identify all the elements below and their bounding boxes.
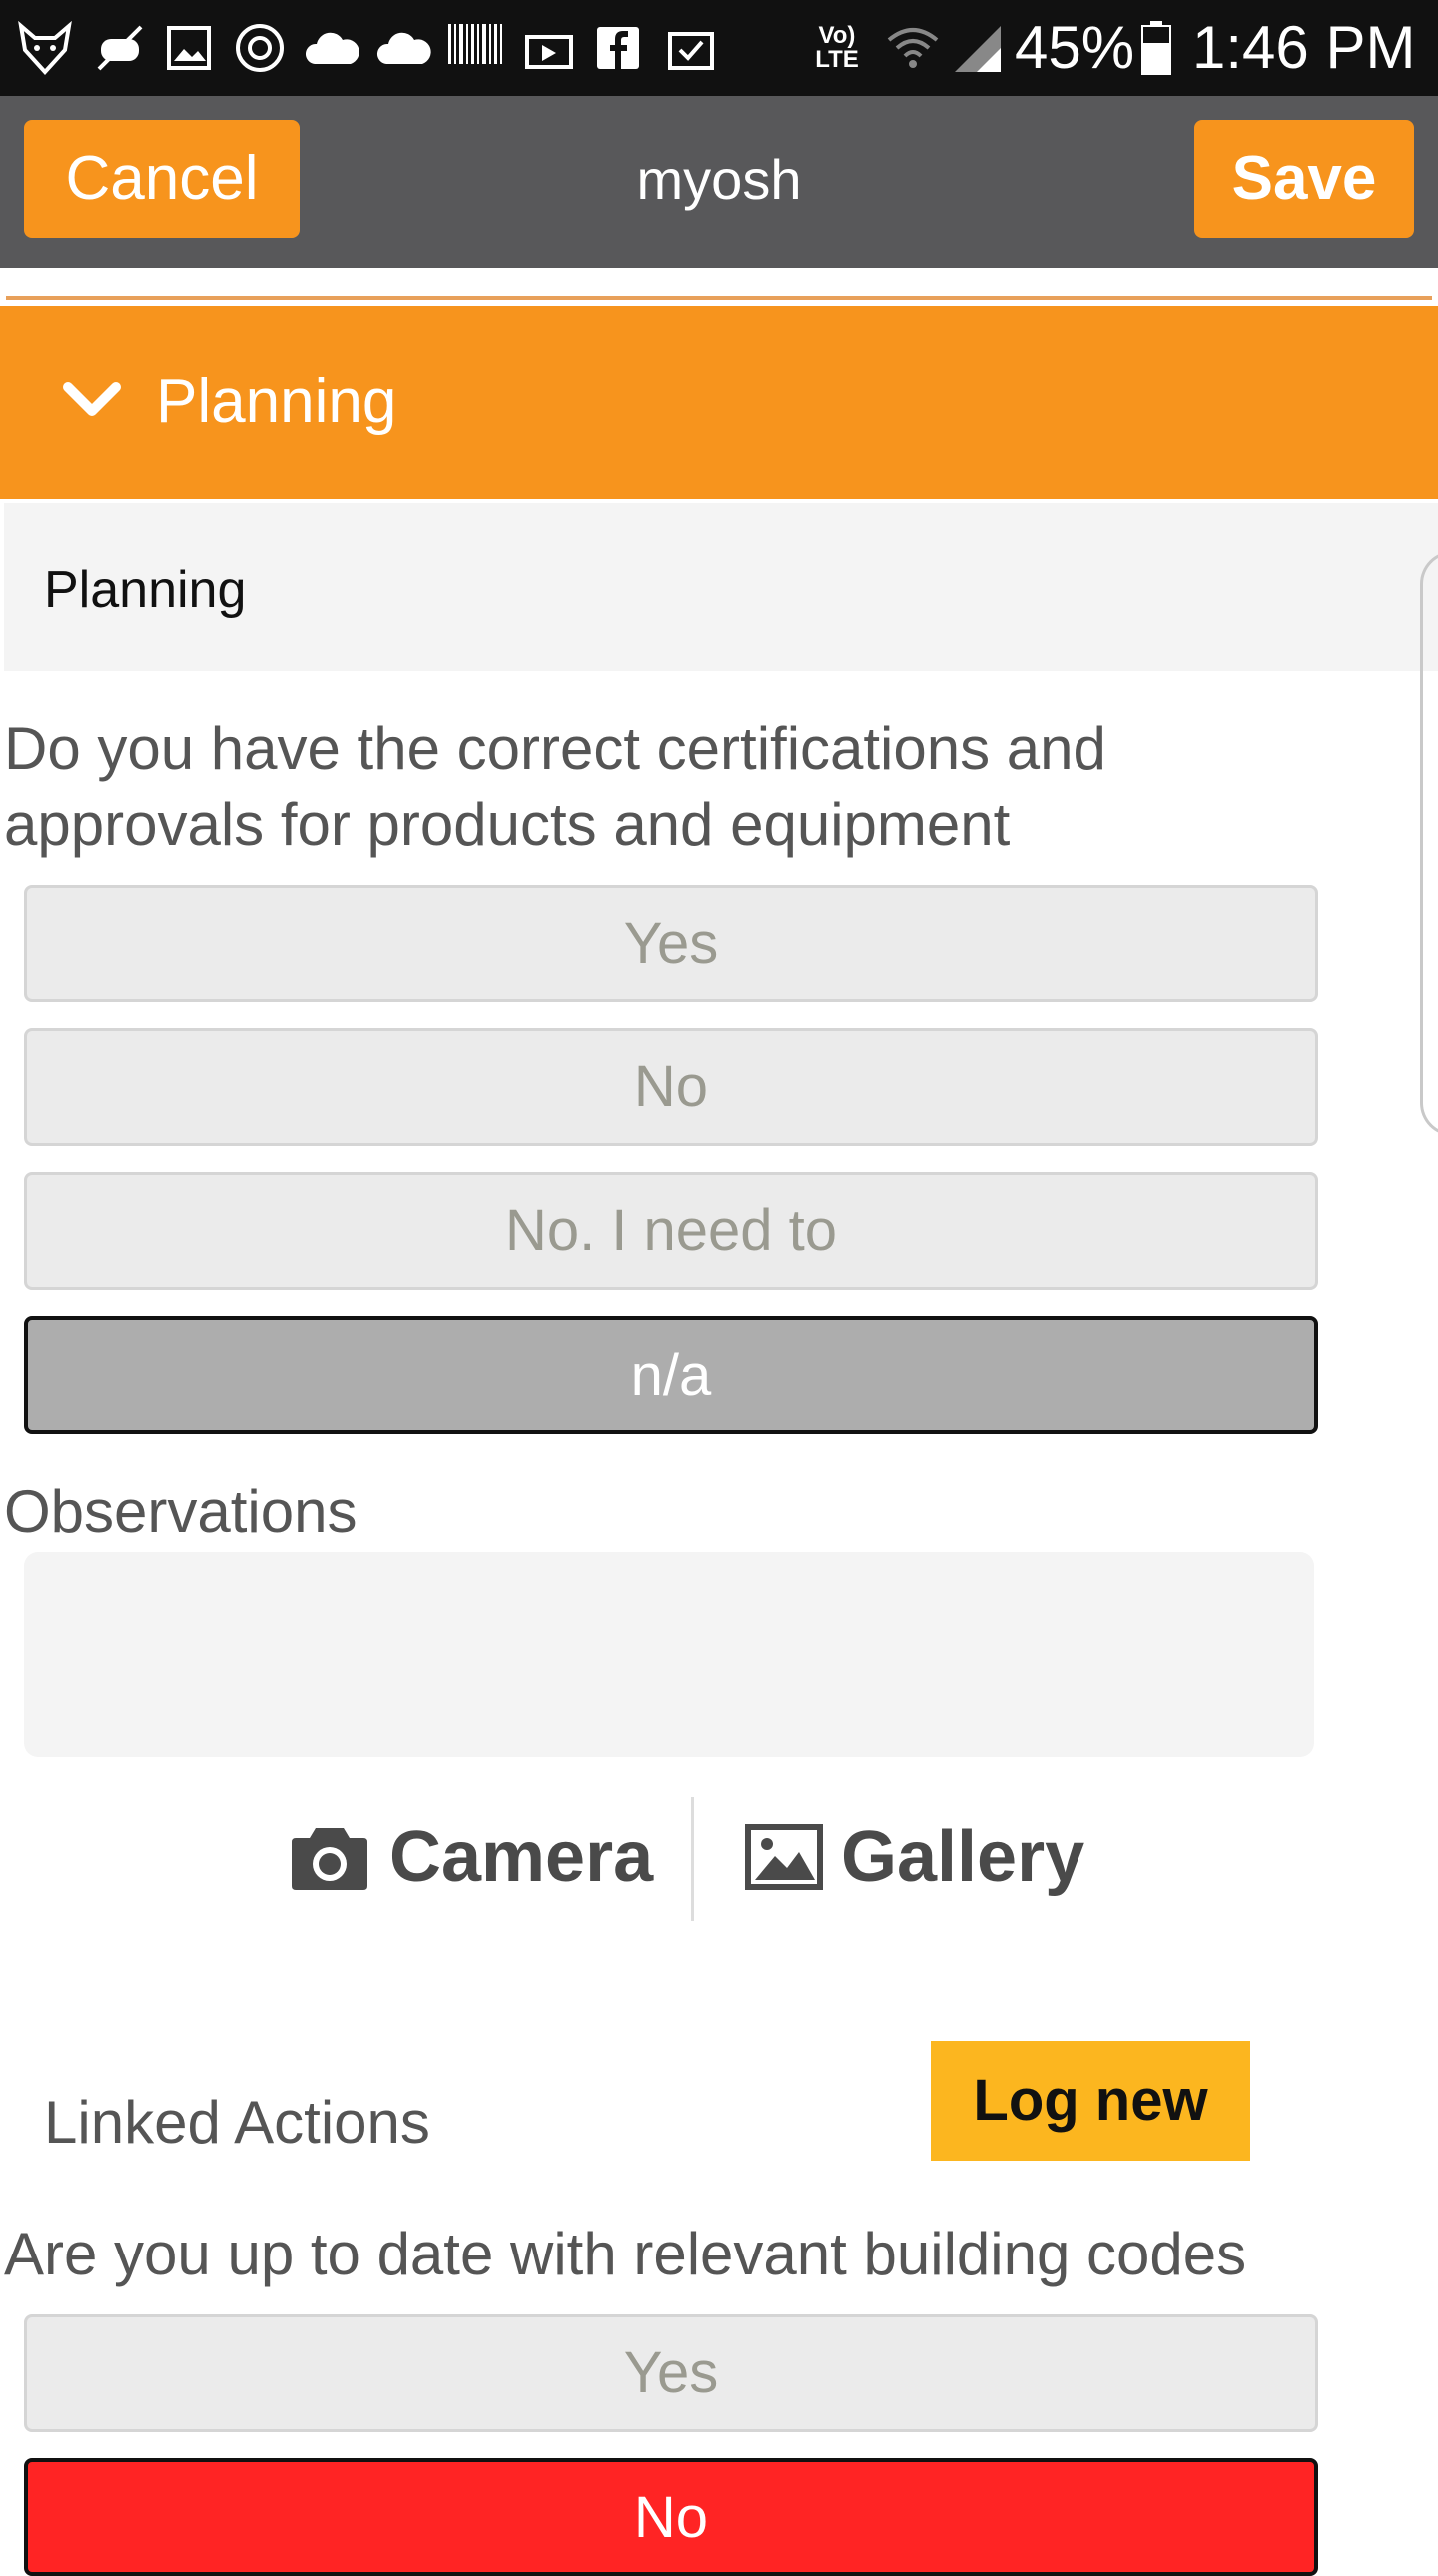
section-subheading: Planning [4,503,1438,671]
wifi-icon [883,20,943,76]
image-icon [164,20,214,76]
media-separator [691,1797,694,1921]
sync-icon [232,20,288,76]
app-bar: Cancel myosh Save [0,96,1438,268]
q1-option-yes[interactable]: Yes [24,885,1318,1002]
gallery-button[interactable]: Gallery [745,1797,1084,1917]
cloud-icon [373,20,435,76]
linked-actions-label: Linked Actions [44,2089,430,2156]
battery-icon [1138,20,1174,76]
question-certifications: Do you have the correct certifications a… [4,715,1106,858]
q2-option-yes[interactable]: Yes [24,2314,1318,2432]
clipboard-check-icon [663,20,719,76]
divider [6,296,1432,300]
question-building-codes: Are you up to date with relevant buildin… [4,2221,1247,2287]
observations-label: Observations [4,1478,358,1545]
section-header-planning[interactable]: Planning [0,306,1438,499]
upload-icon [521,20,577,76]
cloud-icon [302,20,363,76]
q1-option-na[interactable]: n/a [24,1316,1318,1434]
q2-option-no[interactable]: No [24,2458,1318,2576]
signal-icon [949,20,1007,76]
barcode-icon [445,20,505,76]
volte-icon: Vo) LTE [815,22,859,73]
battery-percent: 45% [1015,14,1135,81]
clock: 1:46 PM [1192,14,1416,81]
camera-label: Camera [389,1817,654,1897]
camera-button[interactable]: Camera [290,1797,653,1917]
save-button[interactable]: Save [1194,120,1414,238]
section-title: Planning [156,367,397,436]
subheading-text: Planning [44,561,247,619]
app-title: myosh [636,148,802,211]
camera-icon [290,1822,369,1892]
log-new-button[interactable]: Log new [931,2041,1250,2161]
gallery-icon [745,1824,823,1890]
q1-option-no[interactable]: No [24,1028,1318,1146]
facebook-icon [591,20,645,76]
status-bar: Vo) LTE 45% 1:46 PM [0,0,1438,96]
q1-option-no-need-to[interactable]: No. I need to [24,1172,1318,1290]
cancel-button[interactable]: Cancel [24,120,300,238]
observations-field[interactable] [24,1552,1314,1757]
scroll-edge [1420,551,1438,1136]
gallery-label: Gallery [841,1817,1085,1897]
gamepad-icon [92,20,148,76]
chevron-down-icon [62,379,122,430]
fox-icon [14,20,76,76]
